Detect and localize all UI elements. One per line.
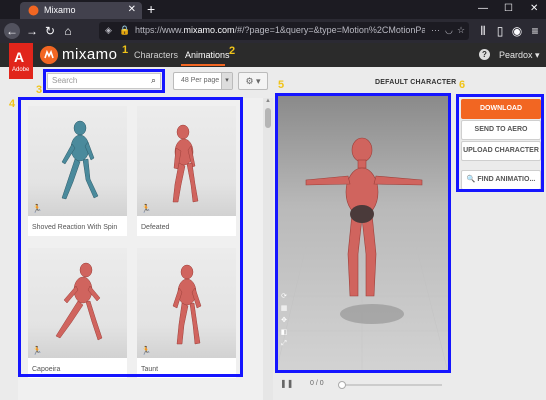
forward-icon[interactable]: →: [24, 23, 40, 39]
url-text[interactable]: https://www.mixamo.com/#/?page=1&query=&…: [135, 25, 425, 35]
playback-controls: ❚❚ 0 / 0: [276, 375, 448, 395]
account-icon[interactable]: ◉: [509, 23, 525, 39]
callout-1: 1: [122, 44, 129, 56]
timeline-track[interactable]: [340, 384, 442, 386]
browser-tab-bar: Mixamo ✕ + — ☐ ✕: [0, 0, 546, 19]
scroll-thumb[interactable]: [265, 108, 271, 128]
back-icon[interactable]: ←: [4, 23, 20, 39]
maximize-icon[interactable]: ☐: [504, 3, 513, 14]
viewer-title: DEFAULT CHARACTER: [375, 79, 457, 86]
highlight-6: [456, 94, 544, 192]
new-tab-icon[interactable]: +: [147, 1, 155, 17]
mixamo-logo-text[interactable]: mixamo: [62, 46, 118, 63]
scroll-up-icon[interactable]: ▲: [263, 98, 273, 106]
home-icon[interactable]: ⌂: [60, 23, 76, 39]
url-prefix: https://www.: [135, 25, 184, 35]
pause-icon[interactable]: ❚❚: [280, 379, 293, 388]
minimize-icon[interactable]: —: [478, 3, 488, 14]
per-page-value: 48 Per page: [181, 77, 220, 84]
tab-characters[interactable]: Characters: [134, 50, 178, 60]
timeline-knob[interactable]: [338, 381, 346, 389]
callout-4: 4: [9, 98, 16, 110]
window-close-icon[interactable]: ✕: [530, 3, 538, 14]
url-rest: /#/?page=1&query=&type=Motion%2CMotionPa…: [234, 25, 425, 35]
settings-dropdown[interactable]: ⚙ ▾: [238, 72, 268, 90]
mixamo-favicon-icon: [28, 5, 39, 16]
highlight-5: [275, 93, 451, 373]
menu-icon[interactable]: ≡: [527, 23, 543, 39]
callout-2: 2: [229, 45, 236, 57]
browser-tab[interactable]: Mixamo ✕: [20, 2, 142, 19]
user-menu[interactable]: Peardox ▾: [499, 50, 540, 61]
list-scrollbar[interactable]: ▲: [263, 98, 273, 400]
library-icon[interactable]: ⫴: [475, 23, 491, 39]
lock-icon: 🔒: [119, 25, 131, 35]
callout-3: 3: [36, 84, 43, 96]
url-domain: mixamo.com: [183, 25, 235, 35]
pocket-icon[interactable]: ◡: [445, 25, 453, 36]
help-icon[interactable]: ?: [479, 49, 490, 60]
reload-icon[interactable]: ↻: [42, 23, 58, 39]
bookmark-star-icon[interactable]: ☆: [457, 25, 465, 36]
shield-icon[interactable]: ◈: [105, 25, 112, 36]
highlight-4: [18, 97, 243, 377]
tab-animations[interactable]: Animations: [185, 50, 230, 60]
adobe-logo-letter: A: [14, 49, 25, 65]
mixamo-logo-icon: [40, 46, 58, 64]
more-icon[interactable]: ···: [431, 25, 440, 35]
sidebar-icon[interactable]: ▯: [492, 23, 508, 39]
frame-counter: 0 / 0: [310, 380, 324, 387]
callout-6: 6: [459, 79, 466, 91]
active-tab-indicator: [181, 64, 225, 66]
url-bar[interactable]: ◈ 🔒 https://www.mixamo.com/#/?page=1&que…: [99, 22, 469, 40]
browser-nav-bar: ← → ↻ ⌂ ◈ 🔒 https://www.mixamo.com/#/?pa…: [0, 19, 546, 43]
highlight-3: [43, 69, 165, 93]
callout-5: 5: [278, 79, 285, 91]
per-page-select[interactable]: 48 Per page ▾: [173, 72, 233, 90]
chevron-down-icon[interactable]: ▾: [221, 73, 232, 89]
tab-close-icon[interactable]: ✕: [128, 4, 136, 15]
tab-title: Mixamo: [44, 5, 76, 15]
adobe-logo-label: Adobe: [12, 67, 30, 73]
adobe-logo[interactable]: A Adobe: [9, 43, 33, 79]
